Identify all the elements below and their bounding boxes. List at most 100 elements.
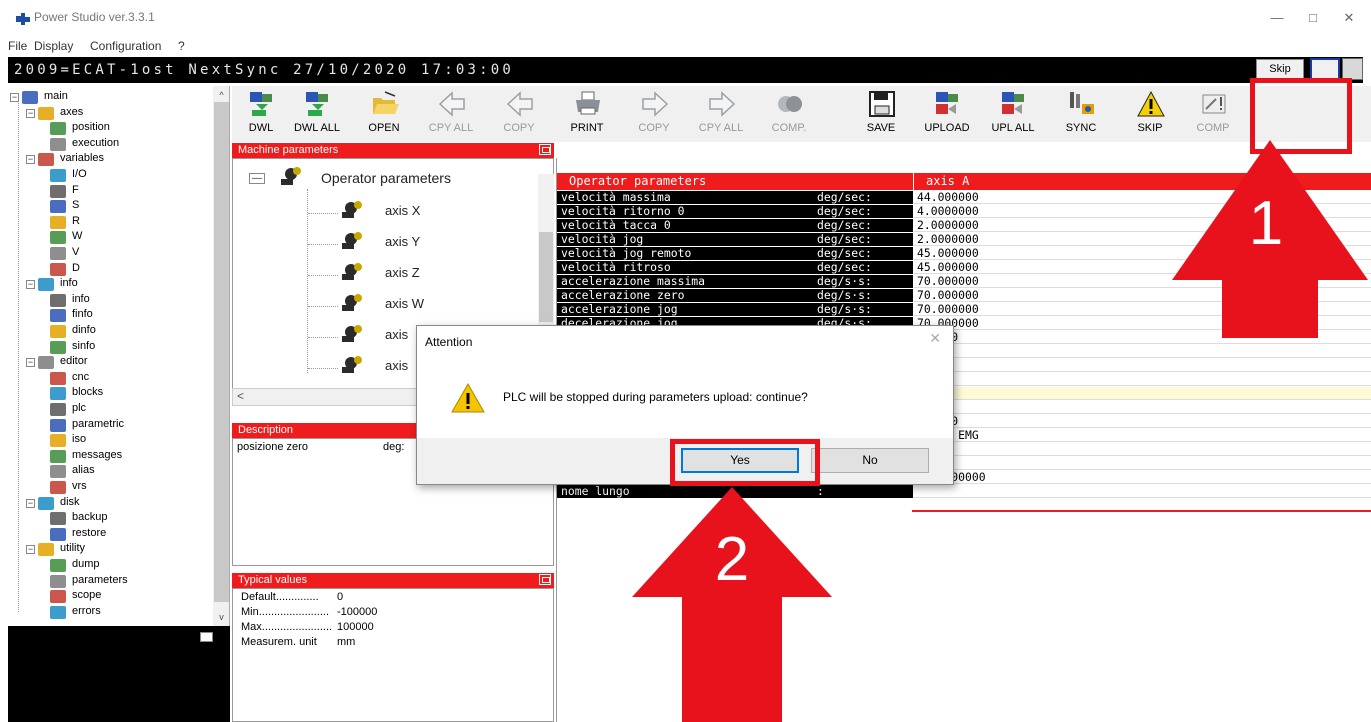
- param-value[interactable]: 000000: [914, 415, 1371, 428]
- typical-key: Min.......................: [241, 606, 330, 618]
- param-value[interactable]: 0.20000000: [914, 471, 1371, 484]
- sinfo-icon: [50, 340, 66, 354]
- tree-item-label: backup: [72, 511, 108, 524]
- tree-node-axis[interactable]: axis X: [385, 203, 420, 218]
- tree-node-operator-params[interactable]: Operator parameters: [321, 170, 451, 186]
- toolbar-button-label: SKIP: [1137, 122, 1163, 134]
- param-value[interactable]: 0000: [914, 373, 1371, 386]
- collapse-editor-icon[interactable]: −: [26, 358, 35, 368]
- f-icon: [50, 184, 66, 198]
- toolbar-skip-button[interactable]: SKIP: [1121, 86, 1179, 142]
- utility-icon: [38, 543, 54, 557]
- machine-params-header: Machine parameters: [232, 143, 554, 158]
- param-value[interactable]: 00: [914, 345, 1371, 358]
- info-folder-icon: [38, 278, 54, 292]
- download-all-icon: [304, 90, 332, 118]
- toolbar-comp--button[interactable]: COMP.: [760, 86, 818, 142]
- finfo-icon: [50, 309, 66, 323]
- variables-icon: [38, 153, 54, 167]
- typical-value: 100000: [337, 621, 374, 633]
- toolbar-button-label: COPY: [503, 122, 535, 134]
- tree-scroll-down-icon[interactable]: v: [214, 610, 229, 624]
- maximize-typical-icon[interactable]: [539, 574, 551, 585]
- parametric-icon: [50, 418, 66, 432]
- param-unit: deg/sec:: [817, 246, 872, 260]
- minimize-button[interactable]: —: [1262, 8, 1292, 28]
- info-icon: [50, 293, 66, 307]
- tree-item-label: sinfo: [72, 339, 96, 352]
- axis-node-icon: [342, 294, 362, 311]
- collapse-axes-icon[interactable]: −: [26, 108, 35, 118]
- menu-display[interactable]: Display: [34, 39, 73, 53]
- r-icon: [50, 215, 66, 229]
- menu-file[interactable]: File: [8, 39, 27, 53]
- toolbar-open-button[interactable]: OPEN: [355, 86, 413, 142]
- param-value[interactable]: [914, 485, 1371, 498]
- tree-node-axis[interactable]: axis Y: [385, 234, 420, 249]
- close-button[interactable]: ✕: [1334, 8, 1364, 28]
- collapse-variables-icon[interactable]: −: [26, 155, 35, 165]
- scroll-left-icon[interactable]: <: [237, 389, 244, 403]
- tree-node-axis[interactable]: axis: [385, 327, 408, 342]
- tree-scroll-thumb[interactable]: [214, 102, 229, 602]
- collapse-main-icon[interactable]: −: [10, 93, 19, 102]
- toolbar-upload-button[interactable]: UPLOAD: [918, 86, 976, 142]
- toolbar-print-button[interactable]: PRINT: [558, 86, 616, 142]
- param-unit: deg/s·s:: [817, 274, 872, 288]
- param-value[interactable]: ly in EMG: [914, 429, 1371, 442]
- tree-item-label: disk: [60, 495, 80, 508]
- param-value[interactable]: [914, 457, 1371, 470]
- tree-item-label: R: [72, 214, 80, 227]
- w-icon: [50, 231, 66, 245]
- param-value[interactable]: 5: [914, 387, 1371, 400]
- toolbar-dwl-all-button[interactable]: DWL ALL: [288, 86, 346, 142]
- status-indicator-icon[interactable]: [1310, 58, 1340, 80]
- param-value[interactable]: 0000: [914, 359, 1371, 372]
- menu-help[interactable]: ?: [178, 39, 185, 53]
- toolbar-cpy-all-button[interactable]: CPY ALL: [692, 86, 750, 142]
- maximize-button[interactable]: □: [1298, 8, 1328, 28]
- collapse-disk-icon[interactable]: −: [26, 498, 35, 508]
- param-value[interactable]: 0: [914, 401, 1371, 414]
- restore-icon: [50, 527, 66, 541]
- title-bar: Power Studio ver.3.3.1 — □ ✕: [0, 0, 1371, 36]
- toolbar-comp-button[interactable]: COMP: [1184, 86, 1242, 142]
- tree-node-axis[interactable]: axis W: [385, 296, 424, 311]
- toolbar-button-label: DWL ALL: [293, 122, 341, 134]
- collapse-info-icon[interactable]: −: [26, 280, 35, 290]
- toolbar-cpy-all-button[interactable]: CPY ALL: [422, 86, 480, 142]
- alias-icon: [50, 465, 66, 479]
- dialog-close-icon[interactable]: ✕: [929, 330, 941, 347]
- tree-connector: [308, 213, 338, 214]
- menu-configuration[interactable]: Configuration: [90, 39, 161, 53]
- sync-icon: [1068, 90, 1096, 118]
- tree-item-label: S: [72, 199, 80, 212]
- tree-connector: [308, 306, 338, 307]
- tree-scroll-up-icon[interactable]: ^: [214, 88, 229, 102]
- collapse-operator-params-icon[interactable]: —: [249, 173, 265, 184]
- upload-all-icon: [1000, 90, 1028, 118]
- toolbar-save-button[interactable]: SAVE: [852, 86, 910, 142]
- maximize-panel-icon[interactable]: [539, 144, 551, 155]
- tree-item-label: parameters: [72, 573, 128, 586]
- collapse-utility-icon[interactable]: −: [26, 545, 35, 555]
- skip-status-button[interactable]: Skip: [1256, 59, 1304, 79]
- tree-item-label: F: [72, 183, 79, 196]
- toolbar-sync-button[interactable]: SYNC: [1052, 86, 1110, 142]
- machine-params-vscroll-thumb[interactable]: [539, 232, 553, 322]
- toolbar-copy-button[interactable]: COPY: [490, 86, 548, 142]
- tree-node-axis[interactable]: axis: [385, 358, 408, 373]
- no-button[interactable]: No: [811, 448, 929, 473]
- folder-open-icon: [371, 90, 399, 118]
- toolbar-dwl-button[interactable]: DWL: [232, 86, 290, 142]
- tree-item-label: alias: [72, 464, 95, 477]
- param-value[interactable]: [914, 443, 1371, 456]
- description-title: Description: [238, 424, 294, 436]
- toolbar-upl-all-button[interactable]: UPL ALL: [984, 86, 1042, 142]
- typical-values-panel: Default.............. 0 Min...............…: [232, 588, 554, 722]
- vrs-icon: [50, 481, 66, 494]
- toolbar-copy-button[interactable]: COPY: [625, 86, 683, 142]
- axis-node-icon: [342, 201, 362, 218]
- tree-node-axis[interactable]: axis Z: [385, 265, 420, 280]
- typical-value: -100000: [337, 606, 378, 618]
